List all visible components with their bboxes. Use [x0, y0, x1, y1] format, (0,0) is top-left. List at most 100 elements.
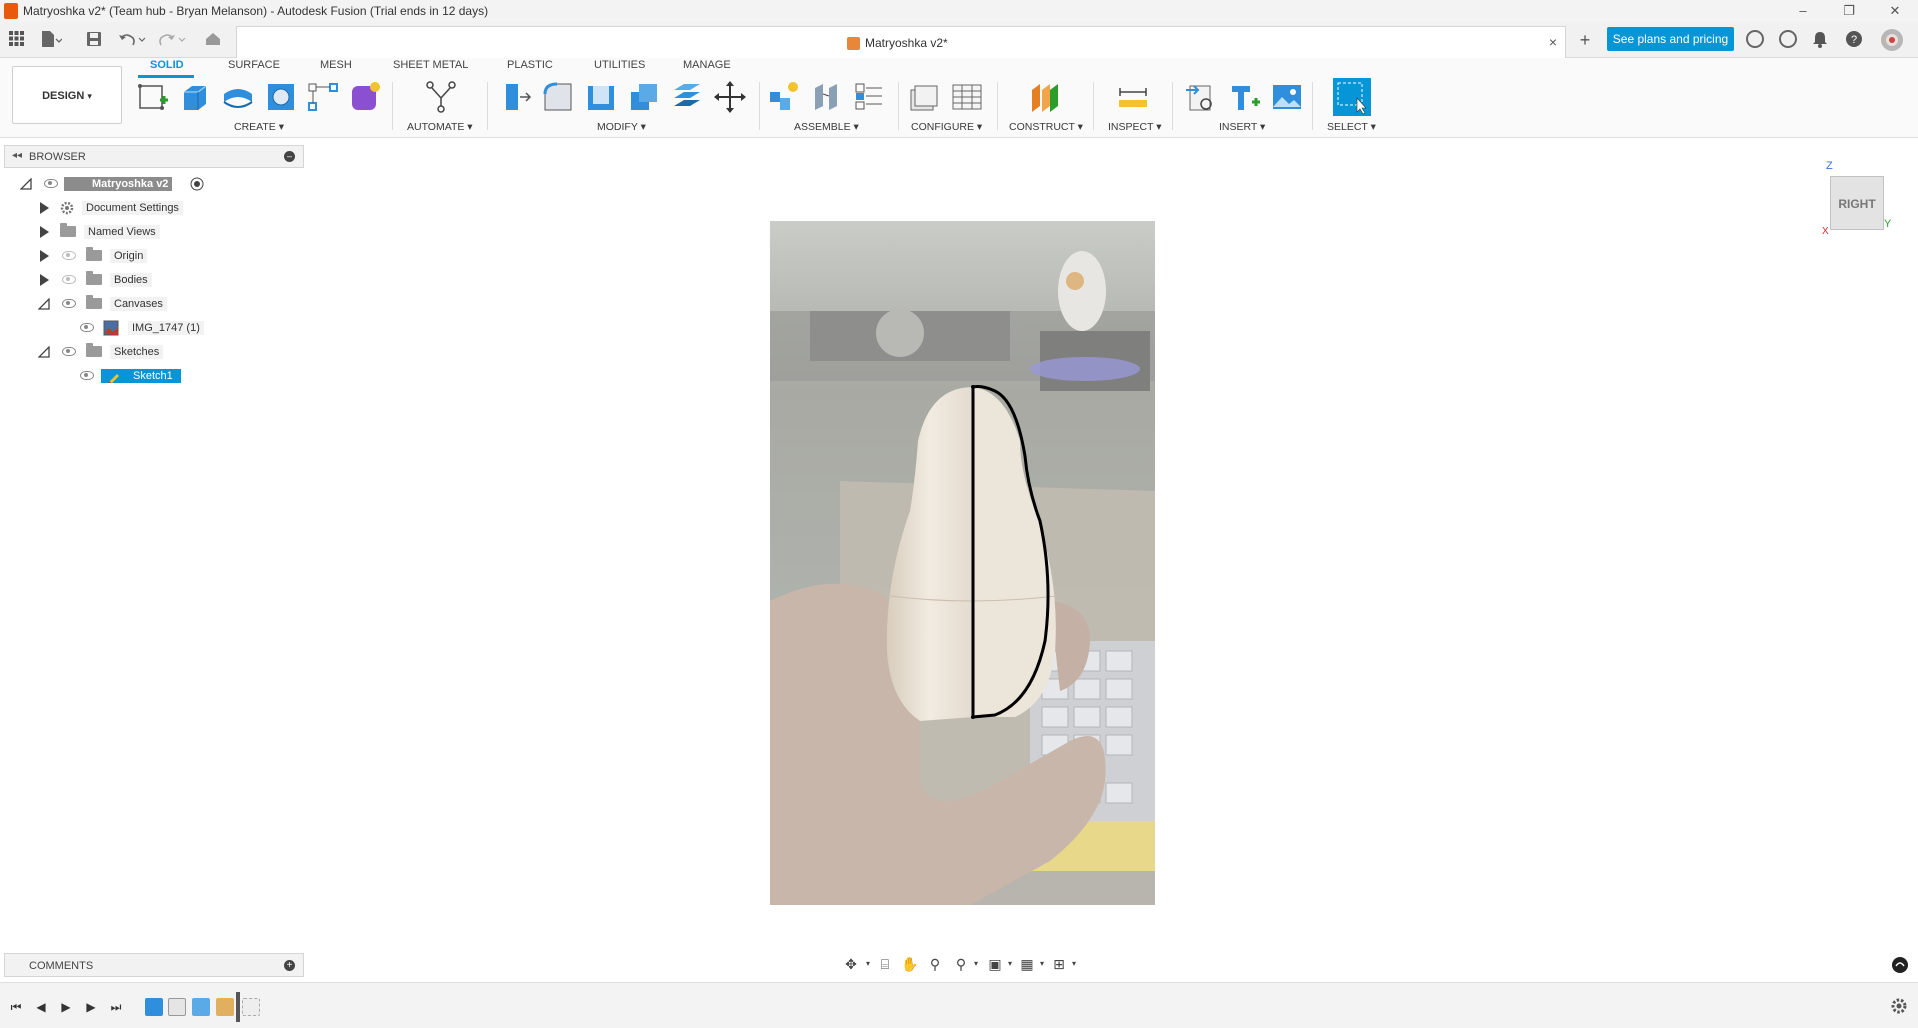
comments-panel[interactable]: COMMENTS + [4, 953, 304, 977]
save-icon[interactable] [86, 31, 102, 47]
add-comment-icon[interactable]: + [284, 960, 295, 971]
tab-solid[interactable]: SOLID [150, 59, 184, 71]
viewports-icon[interactable]: ⊞ [1050, 955, 1068, 973]
tab-document[interactable]: Matryoshka v2* × [236, 26, 1566, 58]
visibility-eye-icon[interactable] [62, 347, 76, 356]
chevron-down-icon[interactable]: ▾ [1006, 955, 1014, 973]
group-inspect[interactable]: INSPECT ▾ [1108, 121, 1162, 133]
view-cube[interactable]: RIGHT [1830, 176, 1884, 230]
grid-snaps-icon[interactable]: ▦ [1018, 955, 1036, 973]
measure-icon[interactable] [1116, 80, 1150, 114]
close-tab-button[interactable]: × [1549, 34, 1557, 50]
visibility-eye-icon[interactable] [62, 299, 76, 308]
visibility-eye-icon[interactable] [44, 179, 58, 188]
timeline-end-icon[interactable]: ⏭ [108, 999, 124, 1015]
tab-sheet-metal[interactable]: SHEET METAL [393, 59, 468, 71]
undo-icon[interactable] [118, 31, 148, 47]
redo-icon[interactable] [158, 31, 188, 47]
offset-face-icon[interactable] [670, 80, 704, 114]
tab-manage[interactable]: MANAGE [683, 59, 731, 71]
group-assemble[interactable]: ASSEMBLE ▾ [794, 121, 859, 133]
rectangular-pattern-icon[interactable] [306, 80, 340, 114]
timeline-previous-icon[interactable]: ◀ [33, 999, 49, 1015]
automate-icon[interactable] [424, 80, 458, 114]
view-cube-face[interactable]: RIGHT [1838, 197, 1875, 211]
extensions-icon[interactable] [1746, 30, 1764, 48]
expand-arrow-icon[interactable] [40, 202, 49, 214]
revolve-icon[interactable] [221, 80, 255, 114]
chevron-down-icon[interactable]: ▾ [1070, 955, 1078, 973]
extrude-icon[interactable] [178, 80, 212, 114]
timeline-suppressed-feature-icon[interactable] [242, 998, 260, 1016]
offset-plane-icon[interactable] [1028, 80, 1062, 114]
expand-arrow-icon[interactable] [40, 250, 49, 262]
joint-icon[interactable] [809, 80, 843, 114]
browser-panel-header[interactable]: ◂◂ BROWSER – [4, 145, 304, 168]
plans-pricing-button[interactable]: See plans and pricing [1607, 27, 1734, 51]
fillet-icon[interactable] [541, 80, 575, 114]
group-construct[interactable]: CONSTRUCT ▾ [1009, 121, 1083, 133]
chevron-down-icon[interactable]: ▾ [1038, 955, 1046, 973]
visibility-eye-icon[interactable] [80, 323, 94, 332]
insert-derive-icon[interactable] [1184, 80, 1218, 114]
browser-item-sketches[interactable]: Sketches [36, 342, 306, 362]
expanded-triangle-icon[interactable] [20, 178, 32, 190]
expand-arrow-icon[interactable] [40, 274, 49, 286]
move-copy-icon[interactable] [713, 80, 747, 114]
timeline-play-icon[interactable]: ▶ [58, 999, 74, 1015]
display-settings-icon[interactable]: ▣ [986, 955, 1004, 973]
collapse-panel-icon[interactable]: ◂◂ [12, 150, 22, 161]
job-status-icon[interactable] [1779, 30, 1797, 48]
pan-hand-icon[interactable]: ✋ [901, 955, 919, 973]
timeline-sketch-feature-icon[interactable] [216, 998, 234, 1016]
timeline-marker[interactable] [236, 992, 240, 1022]
group-modify[interactable]: MODIFY ▾ [597, 121, 646, 133]
restore-button[interactable]: ❐ [1834, 2, 1864, 20]
create-sketch-icon[interactable] [136, 80, 170, 114]
browser-root[interactable]: Matryoshka v2 [18, 174, 308, 194]
configuration-table-icon[interactable] [950, 80, 984, 114]
minimize-button[interactable]: – [1788, 2, 1818, 20]
timeline-canvas-feature-icon[interactable] [145, 998, 163, 1016]
tab-utilities[interactable]: UTILITIES [594, 59, 645, 71]
select-icon[interactable] [1333, 78, 1371, 116]
insert-mcmaster-icon[interactable] [1228, 80, 1262, 114]
tab-mesh[interactable]: MESH [320, 59, 352, 71]
group-select[interactable]: SELECT ▾ [1327, 121, 1376, 133]
group-create[interactable]: CREATE ▾ [234, 121, 284, 133]
canvas-photo[interactable] [770, 221, 1155, 905]
browser-item-bodies[interactable]: Bodies [36, 270, 306, 290]
look-at-icon[interactable]: ⌸ [876, 955, 894, 973]
expanded-triangle-icon[interactable] [38, 346, 50, 358]
browser-item-canvases[interactable]: Canvases [36, 294, 306, 314]
apps-grid-icon[interactable] [9, 31, 24, 46]
browser-item-origin[interactable]: Origin [36, 246, 306, 266]
timeline-start-icon[interactable]: ⏮ [8, 999, 24, 1015]
user-avatar-icon[interactable] [1880, 28, 1904, 52]
timeline-next-icon[interactable]: ▶ [83, 999, 99, 1015]
insert-canvas-icon[interactable] [1270, 80, 1304, 114]
shell-icon[interactable] [584, 80, 618, 114]
orbit-icon[interactable]: ✥ [842, 955, 860, 973]
file-menu-icon[interactable] [40, 30, 62, 48]
browser-item-named-views[interactable]: Named Views [36, 222, 306, 242]
visibility-eye-icon[interactable] [80, 371, 94, 380]
timeline-sketch-feature-icon[interactable] [168, 998, 186, 1016]
workspace-switcher[interactable]: DESIGN ▾ [12, 66, 122, 124]
timeline-revolve-feature-icon[interactable] [192, 998, 210, 1016]
help-icon[interactable]: ? [1845, 30, 1863, 48]
chevron-down-icon[interactable]: ▾ [864, 955, 872, 973]
expanded-triangle-icon[interactable] [38, 298, 50, 310]
press-pull-icon[interactable] [500, 80, 534, 114]
activate-radio-icon[interactable] [190, 177, 204, 191]
create-form-icon[interactable] [348, 80, 382, 114]
text-commands-icon[interactable] [1891, 956, 1909, 974]
group-insert[interactable]: INSERT ▾ [1219, 121, 1265, 133]
bill-of-materials-icon[interactable] [852, 80, 886, 114]
hidden-eye-icon[interactable] [62, 275, 76, 284]
hole-icon[interactable] [264, 80, 298, 114]
timeline-settings-gear-icon[interactable] [1890, 997, 1908, 1015]
new-component-icon[interactable] [767, 80, 801, 114]
fit-zoom-icon[interactable]: ⚲ [952, 955, 970, 973]
tab-surface[interactable]: SURFACE [228, 59, 280, 71]
